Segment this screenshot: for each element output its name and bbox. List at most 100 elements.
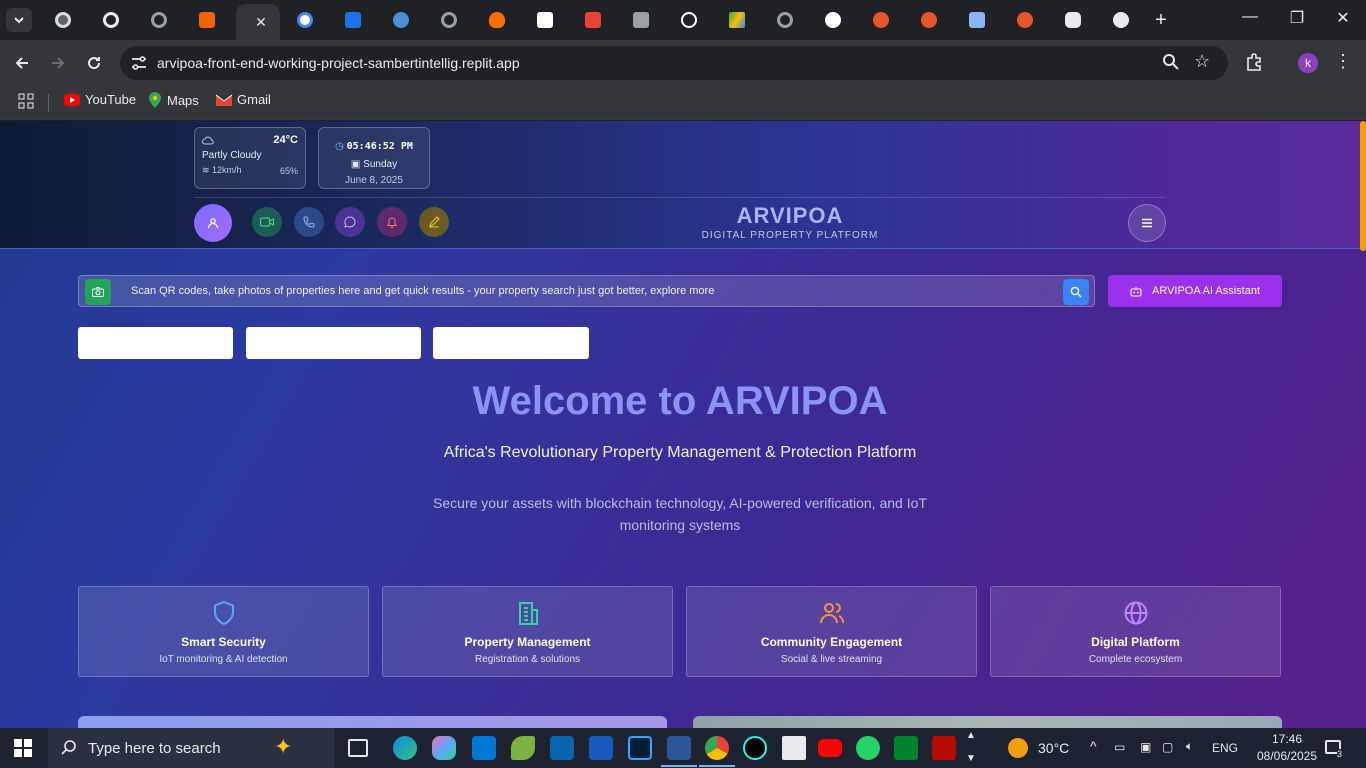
feature-card-smart-security[interactable]: Smart Security IoT monitoring & AI detec…: [78, 586, 369, 677]
task-view-icon[interactable]: [348, 739, 368, 757]
restore-button[interactable]: ❐: [1285, 8, 1309, 28]
network-icon[interactable]: ▣: [1140, 740, 1151, 754]
tray-expand-icon[interactable]: ^: [1090, 738, 1097, 754]
edit-button[interactable]: [419, 207, 449, 237]
browser-tab[interactable]: [666, 6, 712, 34]
battery-icon[interactable]: ▭: [1114, 740, 1125, 754]
arrow-left-icon: [15, 57, 28, 69]
address-bar[interactable]: arvipoa-front-end-working-project-samber…: [120, 46, 1228, 80]
zoom-icon[interactable]: [1162, 53, 1180, 71]
youtube-icon[interactable]: [818, 739, 842, 757]
edge-icon[interactable]: [393, 736, 417, 760]
outlook-icon[interactable]: [550, 736, 574, 760]
feature-card-community-engagement[interactable]: Community Engagement Social & live strea…: [686, 586, 977, 677]
feature-title: Community Engagement: [760, 635, 903, 649]
taskbar-date[interactable]: 08/06/2025: [1249, 749, 1325, 763]
browser-tab[interactable]: [88, 6, 134, 34]
notifications-button[interactable]: [377, 207, 407, 237]
action-button-3[interactable]: [433, 327, 589, 359]
taskbar-scroll-down-icon[interactable]: ▼: [966, 753, 976, 764]
browser-menu-icon[interactable]: ⋮: [1334, 51, 1352, 72]
user-profile-button[interactable]: [194, 204, 232, 242]
video-call-button[interactable]: [252, 207, 282, 237]
windows-start-icon[interactable]: [14, 739, 32, 757]
file-icon[interactable]: [782, 736, 806, 760]
acrobat-icon[interactable]: [932, 736, 956, 760]
browser-tab[interactable]: [184, 6, 230, 34]
browser-tab[interactable]: [522, 6, 568, 34]
microsoft-store-icon[interactable]: [472, 736, 496, 760]
back-button[interactable]: [10, 51, 34, 75]
action-button-2[interactable]: [246, 327, 421, 359]
whatsapp-icon[interactable]: [856, 736, 880, 760]
browser-tab[interactable]: [474, 6, 520, 34]
chat-button[interactable]: [335, 207, 365, 237]
profile-avatar[interactable]: k: [1298, 53, 1318, 73]
forward-button[interactable]: [46, 51, 70, 75]
browser-tab[interactable]: [40, 6, 86, 34]
feature-card-property-management[interactable]: Property Management Registration & solut…: [382, 586, 673, 677]
close-window-button[interactable]: ✕: [1331, 8, 1355, 28]
browser-tab[interactable]: [1050, 6, 1096, 34]
bookmark-maps[interactable]: Maps: [148, 92, 199, 108]
new-tab-button[interactable]: +: [1150, 9, 1172, 32]
taskbar-weather[interactable]: 30°C: [1038, 740, 1069, 756]
browser-tab[interactable]: [762, 6, 808, 34]
language-indicator[interactable]: ENG: [1212, 741, 1238, 755]
browser-tab-active[interactable]: ✕: [236, 4, 280, 40]
word-doc-icon[interactable]: [661, 736, 697, 767]
extensions-icon[interactable]: [1244, 52, 1264, 72]
brand-logo[interactable]: ARVIPOA DIGITAL PROPERTY PLATFORM: [700, 203, 880, 241]
leaf-app-icon[interactable]: [511, 736, 535, 760]
ai-assistant-button[interactable]: ARVIPOA AI Assistant: [1108, 275, 1282, 307]
page-scrollbar[interactable]: [1360, 121, 1366, 251]
windows-taskbar: Type here to search ✦ ▲ ▼ 30°C ^ ▭ ▣ ▢ 🔈…: [0, 728, 1366, 768]
search-button[interactable]: [1063, 279, 1089, 305]
browser-tab[interactable]: [136, 6, 182, 34]
display-icon[interactable]: ▢: [1162, 740, 1173, 754]
copilot-sparkle-icon[interactable]: ✦: [274, 734, 292, 760]
copilot-app-icon[interactable]: [432, 736, 456, 760]
browser-tab[interactable]: [570, 6, 616, 34]
word-icon[interactable]: [589, 736, 613, 760]
tiktok-icon[interactable]: [743, 736, 767, 760]
browser-tab[interactable]: [618, 6, 664, 34]
bookmark-star-icon[interactable]: ☆: [1194, 51, 1210, 72]
feature-card-digital-platform[interactable]: Digital Platform Complete ecosystem: [990, 586, 1281, 677]
browser-tab[interactable]: [1098, 6, 1144, 34]
camera-button[interactable]: [85, 279, 111, 305]
meet-icon[interactable]: [894, 736, 918, 760]
tab-search-button[interactable]: [6, 8, 32, 32]
chrome-icon[interactable]: [699, 736, 735, 767]
browser-tab[interactable]: [330, 6, 376, 34]
browser-tab[interactable]: [282, 6, 328, 34]
browser-tab[interactable]: [1002, 6, 1048, 34]
browser-tab[interactable]: [378, 6, 424, 34]
youtube-icon: [64, 93, 80, 106]
browser-tab[interactable]: [858, 6, 904, 34]
taskbar-search-box[interactable]: Type here to search ✦: [48, 728, 334, 768]
browser-tab[interactable]: [714, 6, 760, 34]
sun-weather-icon[interactable]: [1008, 738, 1028, 758]
phone-call-button[interactable]: [294, 207, 324, 237]
browser-tab[interactable]: [426, 6, 472, 34]
reload-button[interactable]: [82, 51, 106, 75]
photoshop-icon[interactable]: [628, 736, 652, 760]
feature-title: Digital Platform: [1091, 635, 1180, 649]
search-input[interactable]: Scan QR codes, take photos of properties…: [131, 285, 714, 297]
action-button-1[interactable]: [78, 327, 233, 359]
property-search-bar[interactable]: Scan QR codes, take photos of properties…: [78, 275, 1095, 307]
bookmark-gmail[interactable]: Gmail: [216, 92, 271, 107]
site-info-icon[interactable]: [130, 54, 148, 72]
apps-grid-icon[interactable]: [18, 93, 34, 109]
taskbar-time[interactable]: 17:46: [1262, 732, 1312, 746]
volume-icon[interactable]: 🔈︎: [1186, 739, 1193, 754]
browser-tab[interactable]: [906, 6, 952, 34]
hamburger-menu-button[interactable]: [1128, 204, 1166, 242]
minimize-button[interactable]: —: [1238, 8, 1262, 26]
close-tab-icon[interactable]: ✕: [255, 14, 267, 31]
bookmark-youtube[interactable]: YouTube: [64, 92, 136, 107]
browser-tab[interactable]: [954, 6, 1000, 34]
browser-tab[interactable]: [810, 6, 856, 34]
taskbar-scroll-up-icon[interactable]: ▲: [966, 730, 976, 741]
